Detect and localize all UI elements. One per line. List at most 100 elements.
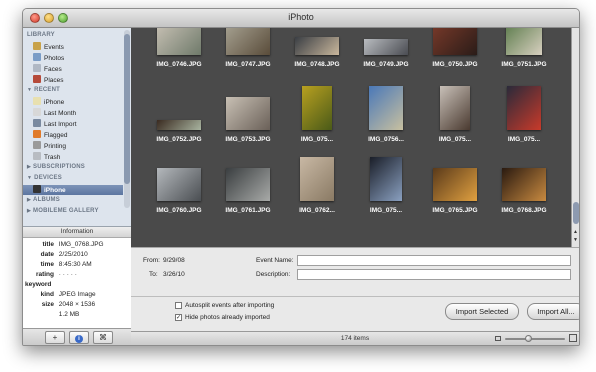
info-row: keyword — [25, 281, 54, 288]
disclosure-triangle-icon[interactable]: ▼ — [27, 87, 32, 93]
zoom-slider[interactable] — [505, 338, 565, 340]
photo-thumbnail[interactable] — [440, 86, 470, 130]
info-row: kind JPEG Image — [29, 291, 96, 298]
photo-thumbnail[interactable] — [295, 37, 339, 55]
scroll-up-arrow-icon[interactable]: ▲ — [573, 229, 578, 235]
import-all-button[interactable]: Import All... — [527, 303, 579, 320]
printer-icon — [33, 141, 41, 149]
info-row: title IMG_0768.JPG — [29, 241, 103, 248]
album-icon — [33, 97, 41, 105]
import-icon — [33, 119, 41, 127]
description-field[interactable] — [297, 269, 571, 280]
sidebar-item-flagged[interactable]: Flagged — [33, 130, 129, 140]
photo-caption: IMG_075... — [507, 136, 541, 143]
photo-thumbnail[interactable] — [157, 168, 201, 201]
info-value: JPEG Image — [57, 291, 96, 298]
sidebar-section-label: MOBILEME GALLERY — [33, 208, 99, 214]
photo-thumbnail[interactable] — [433, 168, 477, 201]
grid-scrollbar[interactable]: ▲ ▼ — [571, 28, 579, 247]
event-name-label: Event Name: — [256, 257, 294, 264]
photo-thumbnail[interactable] — [157, 120, 201, 130]
photo-thumbnail[interactable] — [507, 86, 541, 130]
sidebar-item-last-import[interactable]: Last Import — [33, 119, 129, 129]
sidebar-item-label: Printing — [44, 143, 67, 150]
sidebar-section-label: RECENT — [34, 87, 61, 93]
photo-caption: IMG_0746.JPG — [156, 61, 202, 68]
calendar-icon — [33, 108, 41, 116]
photo-thumbnail[interactable] — [157, 28, 201, 55]
information-pane: Information title IMG_0768.JPG date 2/25/… — [23, 226, 131, 329]
sidebar-item-photos[interactable]: Photos — [33, 53, 129, 63]
photo-thumbnail[interactable] — [433, 28, 477, 55]
info-value: 2/25/2010 — [57, 251, 88, 258]
sidebar-section-subscriptions[interactable]: ▶ SUBSCRIPTIONS — [27, 164, 85, 170]
import-panel: From: 9/29/08 To: 3/26/10 Event Name: De… — [131, 247, 579, 332]
sidebar-section-library[interactable]: LIBRARY — [27, 32, 55, 38]
sidebar-section-albums[interactable]: ▶ ALBUMS — [27, 197, 60, 203]
info-row: 1.2 MB — [29, 311, 80, 318]
grid-scroll-thumb[interactable] — [573, 202, 579, 224]
info-key: kind — [40, 291, 54, 298]
sidebar-item-label: Events — [44, 44, 64, 51]
sidebar-section-recent[interactable]: ▼ RECENT — [27, 87, 60, 93]
sidebar-item-places[interactable]: Places — [33, 75, 129, 85]
event-name-field[interactable] — [297, 255, 571, 266]
zoom-slider-knob[interactable] — [524, 335, 532, 342]
photo-thumbnail[interactable] — [226, 97, 270, 130]
sidebar-item-iphone[interactable]: iPhone — [33, 97, 129, 107]
photo-caption: IMG_0753.JPG — [225, 136, 271, 143]
autosplit-checkbox[interactable] — [175, 302, 182, 309]
sidebar-item-faces[interactable]: Faces — [33, 64, 129, 74]
photo-caption: IMG_0750.JPG — [432, 61, 478, 68]
sidebar-item-last-month[interactable]: Last Month — [33, 108, 129, 118]
scroll-down-arrow-icon[interactable]: ▼ — [573, 237, 578, 243]
photo-caption: IMG_0762... — [299, 207, 335, 214]
photo-thumbnail[interactable] — [502, 168, 546, 201]
sidebar-item-events[interactable]: Events — [33, 42, 129, 52]
disclosure-triangle-icon[interactable]: ▶ — [27, 164, 31, 170]
info-row: rating · · · · · — [29, 271, 77, 278]
photo-caption: IMG_0760.JPG — [156, 207, 202, 214]
from-date: 9/29/08 — [163, 257, 185, 264]
add-button[interactable]: + — [45, 331, 65, 344]
photo-caption: IMG_0747.JPG — [225, 61, 271, 68]
to-date: 3/26/10 — [163, 271, 185, 278]
photo-thumbnail[interactable] — [369, 86, 403, 130]
info-key: date — [40, 251, 54, 258]
photo-caption: IMG_0765.JPG — [432, 207, 478, 214]
sidebar-item-trash[interactable]: Trash — [33, 152, 129, 162]
photo-thumbnail[interactable] — [506, 28, 542, 55]
sidebar-item-label: Faces — [44, 66, 62, 73]
sidebar-section-mobileme-gallery[interactable]: ▶ MOBILEME GALLERY — [27, 208, 99, 214]
photo-thumbnail[interactable] — [226, 168, 270, 201]
sidebar-section-devices[interactable]: ▼ DEVICES — [27, 175, 62, 181]
photo-caption: IMG_0748.JPG — [294, 61, 340, 68]
sidebar-item-iphone[interactable]: iPhone — [23, 185, 123, 195]
photo-thumbnail[interactable] — [300, 157, 334, 201]
title-bar[interactable]: iPhoto — [23, 9, 579, 28]
places-icon — [33, 75, 41, 83]
status-bar: 174 items — [131, 331, 579, 345]
description-label: Description: — [256, 271, 291, 278]
photo-thumbnail[interactable] — [364, 39, 408, 55]
from-label: From: — [143, 257, 160, 264]
slideshow-button[interactable]: ⌘ — [93, 331, 113, 344]
info-value[interactable]: · · · · · — [57, 271, 77, 278]
info-row: time 8:45:30 AM — [29, 261, 92, 268]
disclosure-triangle-icon[interactable]: ▼ — [27, 175, 32, 181]
import-selected-button[interactable]: Import Selected — [445, 303, 519, 320]
sidebar-item-label: Trash — [44, 154, 61, 161]
photo-thumbnail[interactable] — [370, 157, 402, 201]
to-label: To: — [149, 271, 158, 278]
info-row: date 2/25/2010 — [29, 251, 88, 258]
photo-thumbnail[interactable] — [226, 28, 270, 55]
hide-imported-checkbox[interactable]: ✓ — [175, 314, 182, 321]
window-title: iPhoto — [288, 12, 314, 22]
photo-grid[interactable]: IMG_0746.JPG IMG_0747.JPG IMG_0748.JPG IMG_… — [131, 28, 571, 247]
disclosure-triangle-icon[interactable]: ▶ — [27, 197, 31, 203]
info-button[interactable]: i — [69, 331, 89, 344]
disclosure-triangle-icon[interactable]: ▶ — [27, 208, 31, 214]
info-key: size — [41, 301, 54, 308]
sidebar-item-printing[interactable]: Printing — [33, 141, 129, 151]
photo-thumbnail[interactable] — [302, 86, 332, 130]
